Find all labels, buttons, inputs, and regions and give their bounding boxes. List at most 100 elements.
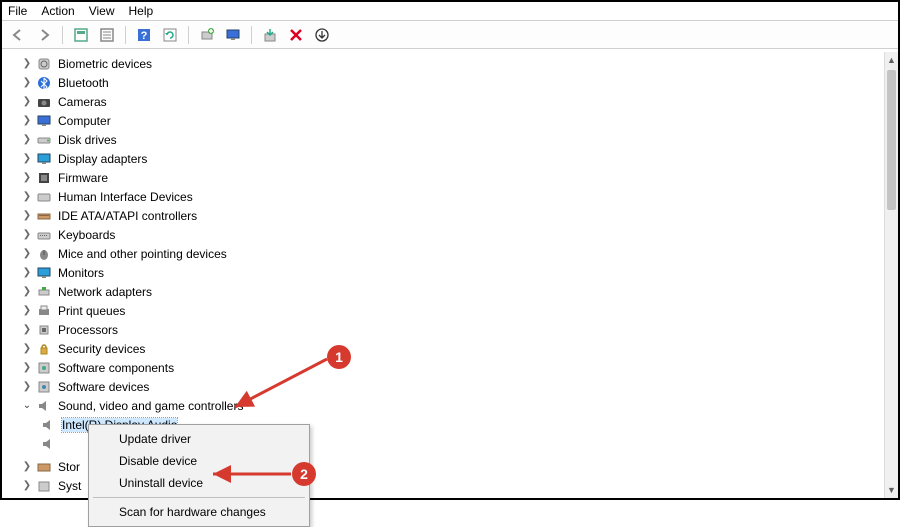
chevron-right-icon[interactable]: ❯: [20, 479, 34, 493]
tree-label: Network adapters: [58, 285, 152, 299]
chevron-right-icon[interactable]: ❯: [20, 76, 34, 90]
tree-item-sound[interactable]: ⌄ Sound, video and game controllers: [2, 396, 884, 415]
chevron-down-icon[interactable]: ⌄: [20, 399, 34, 413]
menu-file[interactable]: File: [8, 4, 27, 18]
tree-label: Biometric devices: [58, 57, 152, 71]
chevron-right-icon[interactable]: ❯: [20, 228, 34, 242]
tree-item-disk[interactable]: ❯ Disk drives: [2, 130, 884, 149]
context-uninstall-device[interactable]: Uninstall device: [91, 472, 307, 494]
back-button[interactable]: [8, 25, 28, 45]
chevron-right-icon[interactable]: ❯: [20, 152, 34, 166]
tree-item-cameras[interactable]: ❯ Cameras: [2, 92, 884, 111]
menu-help[interactable]: Help: [129, 4, 154, 18]
remove-button[interactable]: [286, 25, 306, 45]
chevron-right-icon[interactable]: ❯: [20, 342, 34, 356]
tree-item-ide[interactable]: ❯ IDE ATA/ATAPI controllers: [2, 206, 884, 225]
tree-item-softdev[interactable]: ❯ Software devices: [2, 377, 884, 396]
tree-item-hid[interactable]: ❯ Human Interface Devices: [2, 187, 884, 206]
context-update-driver[interactable]: Update driver: [91, 428, 307, 450]
hid-icon: [36, 189, 52, 205]
tree-item-firmware[interactable]: ❯ Firmware: [2, 168, 884, 187]
ide-icon: [36, 208, 52, 224]
chevron-right-icon[interactable]: ❯: [20, 133, 34, 147]
tree-label: IDE ATA/ATAPI controllers: [58, 209, 197, 223]
tree-label: Human Interface Devices: [58, 190, 193, 204]
chevron-right-icon[interactable]: ❯: [20, 57, 34, 71]
scroll-up-icon[interactable]: ▲: [885, 52, 898, 68]
tree-label: Un: [58, 498, 73, 499]
chevron-right-icon[interactable]: ❯: [20, 380, 34, 394]
properties-button[interactable]: [97, 25, 117, 45]
menu-action[interactable]: Action: [41, 4, 74, 18]
toolbar-separator: [251, 26, 252, 44]
show-hidden-button[interactable]: [71, 25, 91, 45]
tree-label: Mice and other pointing devices: [58, 247, 227, 261]
chevron-right-icon[interactable]: ❯: [20, 266, 34, 280]
usb-icon: [36, 497, 52, 499]
add-hardware-button[interactable]: [197, 25, 217, 45]
chevron-right-icon[interactable]: ❯: [20, 171, 34, 185]
tree-label: Print queues: [58, 304, 125, 318]
forward-button[interactable]: [34, 25, 54, 45]
context-scan-hardware[interactable]: Scan for hardware changes: [91, 501, 307, 523]
tree-item-processors[interactable]: ❯ Processors: [2, 320, 884, 339]
chevron-right-icon[interactable]: ❯: [20, 209, 34, 223]
context-menu: Update driver Disable device Uninstall d…: [88, 424, 310, 527]
mouse-icon: [36, 246, 52, 262]
chevron-right-icon[interactable]: ❯: [20, 285, 34, 299]
disk-icon: [36, 132, 52, 148]
tree-item-security[interactable]: ❯ Security devices: [2, 339, 884, 358]
context-divider: [93, 497, 305, 498]
scroll-down-icon[interactable]: ▼: [885, 482, 898, 498]
tree-item-keyboards[interactable]: ❯ Keyboards: [2, 225, 884, 244]
chevron-right-icon[interactable]: ❯: [20, 498, 34, 499]
tree-item-printers[interactable]: ❯ Print queues: [2, 301, 884, 320]
vertical-scrollbar[interactable]: ▲ ▼: [884, 52, 898, 498]
cpu-icon: [36, 322, 52, 338]
tree-item-biometric[interactable]: ❯ Biometric devices: [2, 54, 884, 73]
bluetooth-icon: [36, 75, 52, 91]
biometric-icon: [36, 56, 52, 72]
chevron-right-icon[interactable]: ❯: [20, 361, 34, 375]
tree-label: Cameras: [58, 95, 107, 109]
refresh-button[interactable]: [160, 25, 180, 45]
tree-label: Sound, video and game controllers: [58, 399, 243, 413]
chevron-right-icon[interactable]: ❯: [20, 190, 34, 204]
download-button[interactable]: [312, 25, 332, 45]
monitor-icon: [36, 265, 52, 281]
chevron-right-icon[interactable]: ❯: [20, 114, 34, 128]
help-button[interactable]: ?: [134, 25, 154, 45]
svg-text:?: ?: [141, 30, 148, 42]
toolbar-separator: [62, 26, 63, 44]
tree-label: Computer: [58, 114, 111, 128]
scrollbar-thumb[interactable]: [887, 70, 896, 210]
tree-label: Stor: [58, 460, 80, 474]
menu-view[interactable]: View: [89, 4, 115, 18]
tree-item-bluetooth[interactable]: ❯ Bluetooth: [2, 73, 884, 92]
install-driver-button[interactable]: [260, 25, 280, 45]
tree-item-display[interactable]: ❯ Display adapters: [2, 149, 884, 168]
remote-pc-button[interactable]: [223, 25, 243, 45]
chevron-right-icon[interactable]: ❯: [20, 304, 34, 318]
toolbar-separator: [188, 26, 189, 44]
chevron-right-icon[interactable]: ❯: [20, 247, 34, 261]
tree-label: Syst: [58, 479, 81, 493]
camera-icon: [36, 94, 52, 110]
toolbar: ?: [2, 21, 898, 49]
chevron-right-icon[interactable]: ❯: [20, 460, 34, 474]
system-icon: [36, 478, 52, 494]
tree-item-network[interactable]: ❯ Network adapters: [2, 282, 884, 301]
chevron-right-icon[interactable]: ❯: [20, 95, 34, 109]
tree-label: Software components: [58, 361, 174, 375]
tree-label: Firmware: [58, 171, 108, 185]
tree-item-monitors[interactable]: ❯ Monitors: [2, 263, 884, 282]
tree-item-mice[interactable]: ❯ Mice and other pointing devices: [2, 244, 884, 263]
tree-label: Disk drives: [58, 133, 117, 147]
tree-item-softcomp[interactable]: ❯ Software components: [2, 358, 884, 377]
chevron-right-icon[interactable]: ❯: [20, 323, 34, 337]
display-adapter-icon: [36, 151, 52, 167]
tree-item-computer[interactable]: ❯ Computer: [2, 111, 884, 130]
firmware-icon: [36, 170, 52, 186]
tree-label: Security devices: [58, 342, 145, 356]
context-disable-device[interactable]: Disable device: [91, 450, 307, 472]
